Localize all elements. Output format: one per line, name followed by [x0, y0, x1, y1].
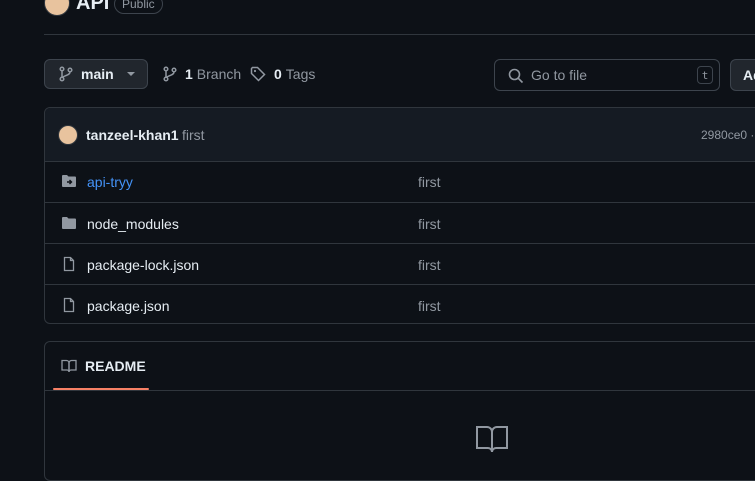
repo-name[interactable]: API [76, 0, 109, 15]
table-row[interactable]: node_modules first [45, 202, 755, 244]
table-row[interactable]: package.json first [45, 284, 755, 323]
file-commit-message[interactable]: first [418, 174, 441, 190]
tab-readme[interactable]: README [53, 342, 149, 390]
file-name[interactable]: node_modules [87, 216, 179, 232]
file-name[interactable]: package-lock.json [87, 257, 199, 273]
header-divider [44, 34, 755, 35]
chevron-down-icon [126, 71, 136, 77]
book-icon [475, 424, 509, 454]
file-commit-message[interactable]: first [418, 216, 441, 232]
readme-panel: README [44, 341, 755, 481]
tag-count: 0 [274, 66, 282, 82]
table-row[interactable]: package-lock.json first [45, 243, 755, 285]
file-name[interactable]: package.json [87, 298, 170, 314]
go-to-file-input[interactable]: Go to file t [494, 59, 720, 91]
git-branch-icon [59, 66, 73, 82]
tag-word: Tags [285, 66, 316, 82]
tag-icon [250, 66, 266, 82]
file-commit-message[interactable]: first [418, 257, 441, 273]
visibility-badge: Public [114, 0, 163, 14]
keyboard-shortcut-hint: t [697, 66, 713, 84]
readme-tab-label: README [85, 358, 146, 374]
readme-header: README [45, 342, 755, 391]
commit-hash[interactable]: 2980ce0 · 6 [701, 128, 755, 142]
file-table: tanzeel-khan1 first 2980ce0 · 6 api-tryy… [44, 107, 755, 324]
file-icon [61, 256, 77, 272]
git-branch-icon [163, 66, 177, 82]
avatar[interactable] [58, 125, 78, 145]
file-commit-message[interactable]: first [418, 298, 441, 314]
commit-author[interactable]: tanzeel-khan1 [86, 127, 179, 143]
file-name[interactable]: api-tryy [87, 174, 133, 190]
branch-word: Branch [196, 66, 242, 82]
commit-message[interactable]: first [182, 127, 205, 143]
branches-link[interactable]: 1 Branch [163, 66, 241, 82]
search-placeholder: Go to file [531, 67, 588, 83]
search-icon [508, 68, 524, 84]
submodule-folder-icon [61, 173, 77, 189]
branch-selector-button[interactable]: main [44, 59, 148, 89]
tags-link[interactable]: 0 Tags [250, 66, 315, 82]
latest-commit-row: tanzeel-khan1 first 2980ce0 · 6 [45, 108, 755, 162]
folder-icon [61, 215, 77, 231]
branch-name: main [81, 66, 114, 82]
book-icon [61, 358, 77, 374]
repo-owner-avatar[interactable] [44, 0, 70, 16]
branch-count: 1 [185, 66, 193, 82]
add-file-button[interactable]: Ad [730, 59, 755, 91]
table-row[interactable]: api-tryy first [45, 161, 755, 202]
file-icon [61, 297, 77, 313]
active-tab-indicator [53, 388, 149, 390]
